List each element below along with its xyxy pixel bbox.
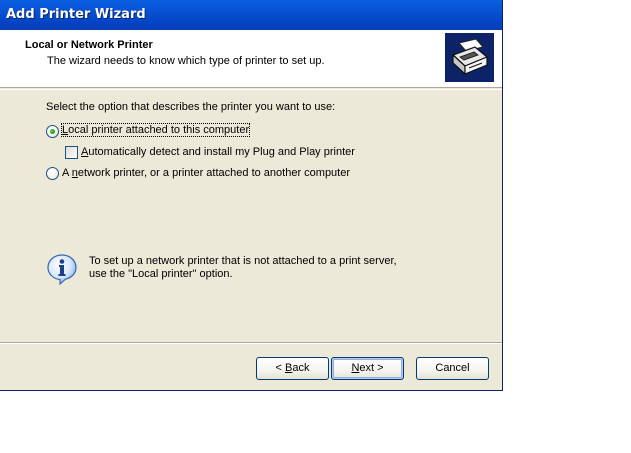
back-prefix: <	[275, 362, 285, 374]
info-line-2: use the "Local printer" option.	[89, 268, 233, 280]
autodetect-label[interactable]: Automatically detect and install my Plug…	[81, 146, 355, 158]
selection-prompt: Select the option that describes the pri…	[46, 101, 336, 113]
wizard-header: Local or Network Printer The wizard need…	[0, 30, 502, 88]
autodetect-text: utomatically detect and install my Plug …	[88, 146, 355, 158]
window-title: Add Printer Wizard	[6, 7, 146, 22]
local-printer-text: ocal printer attached to this computer	[68, 124, 250, 136]
next-button[interactable]: Next >	[331, 357, 404, 380]
page-subtitle: The wizard needs to know which type of p…	[47, 55, 325, 67]
footer-divider-highlight	[0, 343, 502, 344]
header-divider	[0, 89, 502, 90]
local-printer-radio[interactable]	[46, 125, 59, 138]
local-printer-label[interactable]: Local printer attached to this computer	[60, 123, 251, 137]
radio-selected-dot	[50, 129, 55, 134]
network-printer-radio[interactable]	[46, 167, 59, 180]
page-title: Local or Network Printer	[25, 39, 153, 51]
back-button[interactable]: < Back	[256, 357, 329, 380]
network-printer-label[interactable]: A network printer, or a printer attached…	[62, 167, 350, 179]
info-line-1: To set up a network printer that is not …	[89, 255, 397, 267]
autodetect-checkbox[interactable]	[65, 146, 78, 159]
add-printer-wizard-window: Add Printer Wizard Local or Network Prin…	[0, 0, 503, 391]
network-printer-pre: A	[62, 167, 72, 179]
network-printer-text: etwork printer, or a printer attached to…	[77, 167, 351, 179]
printer-icon	[445, 33, 494, 82]
info-message: To set up a network printer that is not …	[89, 255, 397, 281]
info-icon	[46, 253, 78, 286]
back-text: ack	[292, 362, 310, 374]
next-text: ext >	[359, 362, 384, 374]
title-bar[interactable]: Add Printer Wizard	[0, 0, 502, 30]
cancel-button[interactable]: Cancel	[416, 357, 489, 380]
